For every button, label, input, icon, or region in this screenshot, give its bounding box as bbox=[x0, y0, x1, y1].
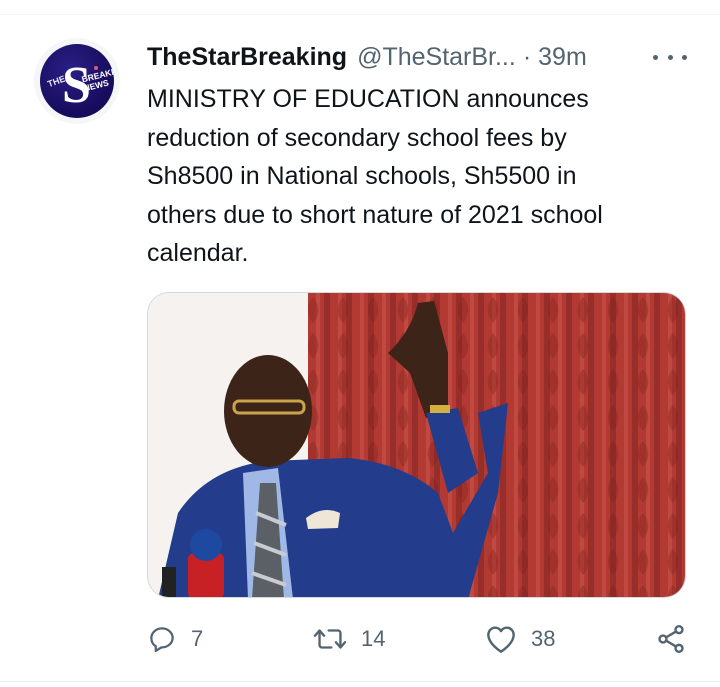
retweet-button[interactable]: 14 bbox=[313, 618, 385, 660]
timestamp[interactable]: 39m bbox=[538, 43, 587, 72]
share-button[interactable] bbox=[655, 618, 687, 660]
top-divider bbox=[0, 14, 720, 15]
tweet-text-line: calendar. bbox=[147, 239, 249, 267]
tweet-actions: 7 14 38 bbox=[147, 618, 692, 660]
share-icon bbox=[658, 625, 684, 653]
photo-image bbox=[148, 293, 685, 597]
user-handle[interactable]: @TheStarBr... bbox=[357, 43, 516, 72]
like-button[interactable]: 38 bbox=[485, 618, 555, 660]
retweet-icon bbox=[313, 629, 347, 649]
reply-icon bbox=[150, 627, 174, 652]
tweet-text-line: reduction of secondary school fees by bbox=[147, 123, 567, 152]
display-name[interactable]: TheStarBreaking bbox=[147, 43, 347, 72]
avatar[interactable]: THE S BREAKING NEWS bbox=[34, 38, 120, 124]
star-breaking-logo-icon: THE S BREAKING NEWS bbox=[46, 57, 114, 114]
reply-count: 7 bbox=[191, 626, 204, 651]
like-count: 38 bbox=[531, 626, 556, 651]
retweet-count: 14 bbox=[361, 626, 386, 651]
tweet-text-line: Sh8500 in National schools, Sh5500 in bbox=[147, 162, 577, 190]
tweet-text-line: MINISTRY OF EDUCATION announces bbox=[147, 85, 589, 113]
tweet-photo[interactable] bbox=[147, 292, 686, 598]
tweet-header: TheStarBreaking @TheStarBr... · 39m bbox=[147, 40, 587, 74]
more-options-icon[interactable] bbox=[650, 46, 690, 68]
reply-button[interactable]: 7 bbox=[147, 618, 203, 660]
like-icon bbox=[487, 626, 515, 653]
separator-dot: · bbox=[522, 42, 532, 71]
avatar-logo: THE S BREAKING NEWS bbox=[40, 44, 114, 118]
tweet-text: MINISTRY OF EDUCATION announces reductio… bbox=[147, 80, 687, 273]
tweet-text-line: others due to short nature of 2021 schoo… bbox=[147, 200, 603, 229]
bottom-divider bbox=[0, 681, 720, 682]
